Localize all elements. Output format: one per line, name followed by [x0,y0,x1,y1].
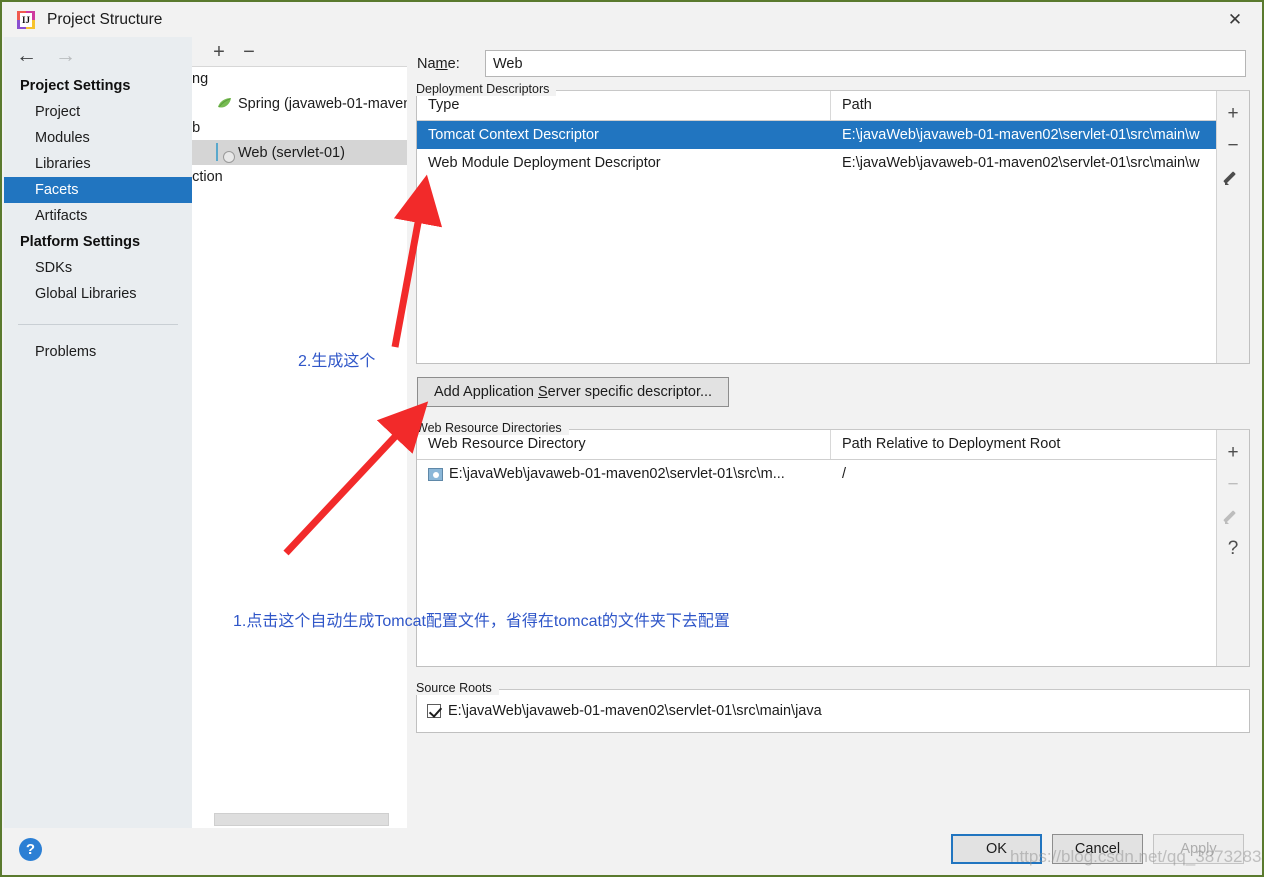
table-row[interactable]: Web Module Deployment Descriptor E:\java… [417,149,1216,177]
close-icon[interactable]: ✕ [1208,2,1262,37]
add-web-resource-button[interactable]: + [1218,436,1248,468]
edit-web-resource-button [1218,500,1248,532]
apply-button: Apply [1153,834,1244,864]
remove-web-resource-button: − [1227,473,1239,495]
edit-descriptor-row-button[interactable] [1218,161,1248,193]
table-empty-area [417,177,1216,363]
forward-arrow-icon: → [55,43,76,67]
source-roots-list: E:\javaWeb\javaweb-01-maven02\servlet-01… [416,689,1250,733]
sidebar-item-problems[interactable]: Problems [4,339,192,365]
source-root-path: E:\javaWeb\javaweb-01-maven02\servlet-01… [448,703,822,719]
sidebar-group-project-settings: Project Settings [20,78,131,94]
sidebar-group-platform-settings: Platform Settings [20,234,141,250]
table-row[interactable]: Tomcat Context Descriptor E:\javaWeb\jav… [417,121,1216,149]
settings-sidebar: ← → Project Settings Project Modules Lib… [4,37,192,832]
name-label: Name: [417,55,460,72]
add-facet-button[interactable]: + [204,42,234,62]
source-roots-section: Source Roots E:\javaWeb\javaweb-01-maven… [416,681,1250,733]
deployment-descriptors-section: Deployment Descriptors Type Path Tomcat … [416,82,1250,364]
pencil-icon [1225,169,1241,185]
facet-tree-panel: + − ring Spring (javaweb-01-maven eb Web [192,37,407,832]
tree-node-web-facet[interactable]: Web (servlet-01) [192,140,407,165]
cell-directory-text: E:\javaWeb\javaweb-01-maven02\servlet-01… [449,466,785,482]
cell-web-resource-directory: E:\javaWeb\javaweb-01-maven02\servlet-01… [417,460,831,488]
facet-detail-panel: Name: Deployment Descriptors Type Path T… [407,37,1260,828]
sidebar-item-sdks[interactable]: SDKs [4,255,192,281]
tree-node-label: Spring (javaweb-01-maven [238,95,407,112]
tree-group-web: eb [192,120,201,136]
cell-path: E:\javaWeb\javaweb-01-maven02\servlet-01… [842,127,1200,143]
cancel-button[interactable]: Cancel [1052,834,1143,864]
help-icon[interactable]: ? [19,838,42,861]
deployment-descriptors-toolbar: + − [1216,91,1249,363]
sidebar-item-artifacts[interactable]: Artifacts [4,203,192,229]
tree-node-label: Web (servlet-01) [238,144,345,161]
sidebar-item-modules[interactable]: Modules [4,125,192,151]
pencil-icon [1225,508,1241,524]
column-header-path-relative: Path Relative to Deployment Root [842,436,1061,452]
sidebar-divider [18,324,178,325]
remove-facet-button[interactable]: − [234,42,264,62]
web-resource-directories-table: Web Resource Directory Path Relative to … [416,429,1250,667]
name-row: Name: [407,37,1260,77]
add-application-server-descriptor-button[interactable]: Add Application Server specific descript… [417,377,730,407]
web-resource-help-button[interactable]: ? [1218,532,1248,564]
facet-tree: ring Spring (javaweb-01-maven eb Web (se… [192,66,407,832]
add-descriptor-button-row: Add Application Server specific descript… [407,364,1260,407]
facet-tree-horizontal-scrollbar[interactable] [214,813,389,826]
cell-type: Web Module Deployment Descriptor [428,155,661,171]
web-resource-directories-section: Web Resource Directories Web Resource Di… [416,421,1250,667]
project-structure-dialog: IJ Project Structure ✕ ← → Project Setti… [0,0,1264,877]
dialog-buttons: OK Cancel Apply [941,834,1244,864]
cell-relative-path: / [842,466,847,482]
sidebar-item-project[interactable]: Project [4,99,192,125]
source-roots-title: Source Roots [416,681,499,695]
table-empty-area [417,488,1216,666]
tree-node-spring-facet[interactable]: Spring (javaweb-01-maven [192,91,407,116]
cell-type: Tomcat Context Descriptor [428,127,599,143]
tree-group-spring: ring [192,71,209,87]
web-facet-icon [216,143,233,161]
source-root-checkbox[interactable] [427,704,441,718]
facet-tree-toolbar: + − [192,37,407,66]
cell-path: E:\javaWeb\javaweb-01-maven02\servlet-01… [842,155,1200,171]
remove-descriptor-row-button[interactable]: − [1218,129,1248,161]
sidebar-item-global-libraries[interactable]: Global Libraries [4,281,192,307]
intellij-idea-icon: IJ [17,10,35,29]
tree-group-connection: ection [192,169,223,185]
web-resource-directories-title: Web Resource Directories [416,421,569,435]
deployment-descriptors-title: Deployment Descriptors [416,82,557,96]
web-resource-directories-toolbar: + − ? [1216,430,1249,666]
sidebar-item-facets[interactable]: Facets [4,177,192,203]
column-header-path: Path [842,97,872,113]
ok-button[interactable]: OK [951,834,1042,864]
section-divider [416,689,1250,690]
directory-icon [428,467,443,481]
sidebar-item-libraries[interactable]: Libraries [4,151,192,177]
deployment-descriptors-table: Type Path Tomcat Context Descriptor E:\j… [416,90,1250,364]
spring-leaf-icon [216,95,233,112]
back-arrow-icon[interactable]: ← [16,45,37,66]
table-row[interactable]: E:\javaWeb\javaweb-01-maven02\servlet-01… [417,460,1216,488]
dialog-footer: ? OK Cancel Apply [4,828,1260,873]
name-input[interactable] [485,50,1246,77]
add-descriptor-row-button[interactable]: + [1218,97,1248,129]
window-title: Project Structure [47,10,163,28]
navigation-buttons: ← → [4,37,192,73]
title-bar: IJ Project Structure ✕ [2,2,1262,37]
